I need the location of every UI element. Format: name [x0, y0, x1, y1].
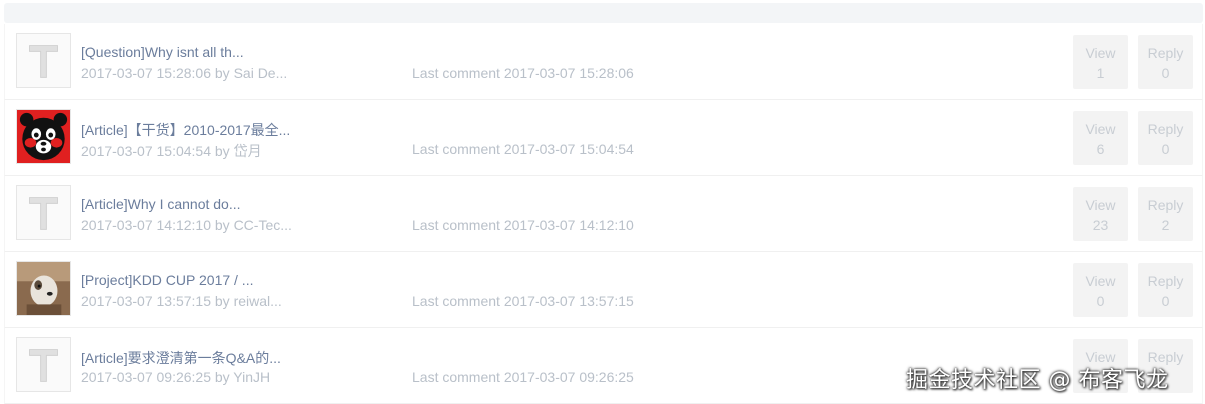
topic-title-link[interactable]: [Article]Why I cannot do...: [81, 196, 241, 212]
reply-count: 0: [1161, 293, 1170, 309]
bear-avatar-icon: [17, 110, 70, 163]
topic-row: [Article]Why I cannot do... 2017-03-07 1…: [4, 176, 1203, 252]
topic-title-link[interactable]: [Article]要求澄清第一条Q&A的...: [81, 348, 281, 368]
view-count-box: View 0: [1073, 263, 1128, 317]
list-header-bar: [4, 3, 1203, 23]
topic-meta: 2017-03-07 14:12:10 by CC-Tec...: [81, 217, 292, 233]
last-comment: Last comment 2017-03-07 09:26:25: [412, 369, 634, 385]
avatar[interactable]: [16, 33, 71, 88]
reply-label: Reply: [1147, 121, 1184, 137]
last-comment: Last comment 2017-03-07 15:28:06: [412, 65, 634, 81]
topic-meta: 2017-03-07 15:04:54 by 岱月: [81, 143, 262, 159]
view-label: View: [1085, 197, 1116, 213]
reply-count-box: Reply 0: [1138, 263, 1193, 317]
view-count: 23: [1092, 217, 1109, 233]
default-t-avatar-icon: [17, 338, 70, 391]
photo-avatar-icon: [17, 262, 70, 315]
topic-meta: 2017-03-07 13:57:15 by reiwal...: [81, 293, 282, 309]
view-count-box: View 1: [1073, 35, 1128, 89]
topic-list: [Question]Why isnt all th... 2017-03-07 …: [4, 24, 1203, 404]
last-comment: Last comment 2017-03-07 13:57:15: [412, 293, 634, 309]
topic-title-link[interactable]: [Question]Why isnt all th...: [81, 44, 244, 60]
view-label: View: [1085, 273, 1116, 289]
topic-title-link[interactable]: [Article]【干货】2010-2017最全...: [81, 120, 290, 140]
reply-count-box: Reply 0: [1138, 35, 1193, 89]
last-comment: Last comment 2017-03-07 14:12:10: [412, 217, 634, 233]
view-count: 0: [1096, 293, 1105, 309]
reply-label: Reply: [1147, 45, 1184, 61]
reply-count: 2: [1161, 217, 1170, 233]
view-count: 6: [1096, 141, 1105, 157]
topic-row: [Project]KDD CUP 2017 / ... 2017-03-07 1…: [4, 252, 1203, 328]
default-t-avatar-icon: [17, 34, 70, 87]
reply-label: Reply: [1147, 197, 1184, 213]
avatar[interactable]: [16, 109, 71, 164]
view-label: View: [1085, 121, 1116, 137]
watermark: 掘金技术社区 @ 布客飞龙: [906, 368, 1169, 393]
view-count-box: View 23: [1073, 187, 1128, 241]
topic-title-link[interactable]: [Project]KDD CUP 2017 / ...: [81, 272, 253, 288]
reply-count-box: Reply 2: [1138, 187, 1193, 241]
last-comment: Last comment 2017-03-07 15:04:54: [412, 141, 634, 157]
reply-count: 0: [1161, 65, 1170, 81]
topic-meta: 2017-03-07 15:28:06 by Sai De...: [81, 65, 288, 81]
topic-row: [Question]Why isnt all th... 2017-03-07 …: [4, 24, 1203, 100]
view-label: View: [1085, 45, 1116, 61]
default-t-avatar-icon: [17, 186, 70, 239]
reply-label: Reply: [1147, 273, 1184, 289]
avatar[interactable]: [16, 337, 71, 392]
reply-count: 0: [1161, 141, 1170, 157]
view-count-box: View 6: [1073, 111, 1128, 165]
reply-count-box: Reply 0: [1138, 111, 1193, 165]
topic-meta: 2017-03-07 09:26:25 by YinJH: [81, 369, 271, 385]
view-count: 1: [1096, 65, 1105, 81]
topic-row: [Article]【干货】2010-2017最全... 2017-03-07 1…: [4, 100, 1203, 176]
avatar[interactable]: [16, 185, 71, 240]
avatar[interactable]: [16, 261, 71, 316]
